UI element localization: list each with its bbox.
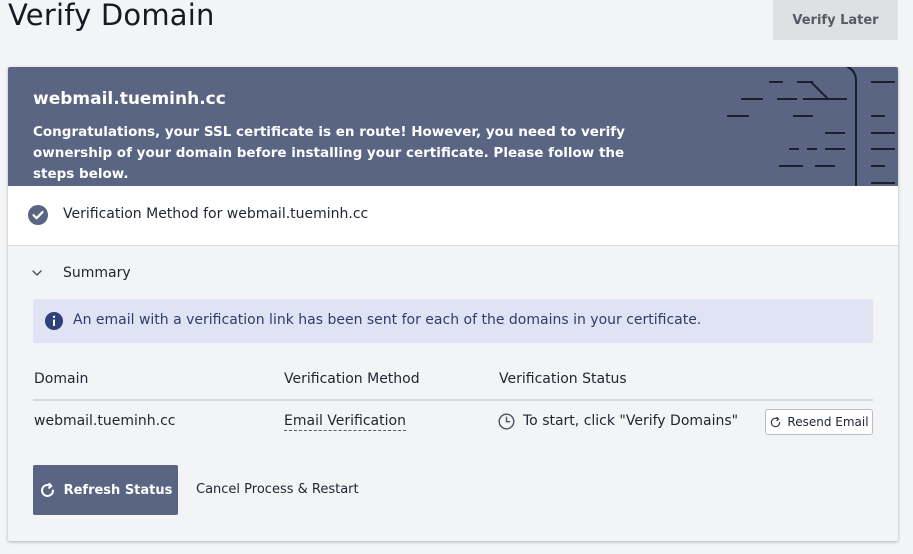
verification-method-label: Verification Method for webmail.tueminh.… xyxy=(63,206,369,222)
circuit-lines-decoration xyxy=(727,67,895,186)
page-title: Verify Domain xyxy=(8,0,215,32)
table-header-divider xyxy=(33,399,873,401)
info-alert: An email with a verification link has be… xyxy=(33,299,873,343)
resend-email-button[interactable]: Resend Email xyxy=(765,409,873,435)
summary-toggle[interactable]: Summary xyxy=(30,265,131,281)
verification-method-link[interactable]: Email Verification xyxy=(284,413,406,431)
certificate-banner: webmail.tueminh.cc Congratulations, your… xyxy=(8,67,898,186)
summary-label: Summary xyxy=(63,265,131,281)
verification-card: webmail.tueminh.cc Congratulations, your… xyxy=(8,67,898,541)
row-domain: webmail.tueminh.cc xyxy=(34,413,176,429)
banner-message: Congratulations, your SSL certificate is… xyxy=(33,124,625,182)
refresh-icon xyxy=(40,482,54,497)
info-icon xyxy=(45,312,63,330)
verification-method-row[interactable]: Verification Method for webmail.tueminh.… xyxy=(8,186,898,246)
info-message: An email with a verification link has be… xyxy=(73,312,702,328)
refresh-status-button[interactable]: Refresh Status xyxy=(33,465,178,515)
clock-icon xyxy=(498,413,515,430)
resend-email-label: Resend Email xyxy=(787,415,869,429)
refresh-icon xyxy=(771,416,781,427)
column-header-verification-status: Verification Status xyxy=(499,371,627,387)
refresh-status-label: Refresh Status xyxy=(63,482,173,498)
verify-later-button[interactable]: Verify Later xyxy=(773,0,898,40)
banner-domain: webmail.tueminh.cc xyxy=(33,89,226,109)
cancel-process-link[interactable]: Cancel Process & Restart xyxy=(196,482,359,497)
column-header-verification-method: Verification Method xyxy=(284,371,420,387)
check-circle-icon xyxy=(28,205,48,225)
row-status: To start, click "Verify Domains" xyxy=(523,413,739,429)
column-header-domain: Domain xyxy=(34,371,89,387)
chevron-down-icon xyxy=(32,270,42,276)
